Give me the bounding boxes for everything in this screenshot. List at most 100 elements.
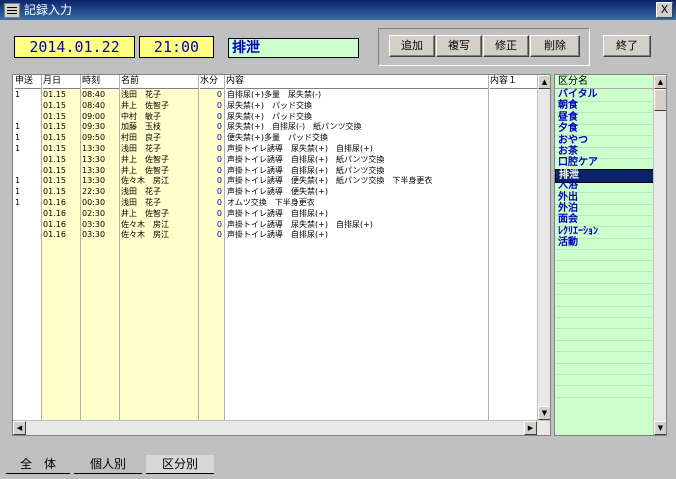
table-row[interactable]: 01.16 03:30 佐々木 房江 0 声掛トイレ誘導 自排尿(+) (13, 230, 538, 240)
cell-flag[interactable]: 1 (15, 144, 39, 154)
cell-flag[interactable]: 1 (15, 187, 39, 197)
cell-content[interactable]: オムツ交換 下半身更衣 (227, 198, 487, 208)
tab-all[interactable]: 全 体 (6, 455, 70, 474)
cell-content[interactable]: 声掛トイレ誘導 便失禁(+) (227, 187, 487, 197)
cell-content[interactable]: 尿失禁(+) パッド交換 (227, 112, 487, 122)
table-row[interactable]: 01.15 13:30 井上 佐智子 0 声掛トイレ誘導 自排尿(+) 紙パンツ交換 (13, 166, 538, 176)
cell-name[interactable]: 浅田 花子 (121, 90, 197, 100)
cell-date[interactable]: 01.15 (43, 176, 79, 186)
cell-time[interactable]: 03:30 (82, 220, 118, 230)
cell-water[interactable]: 0 (200, 144, 222, 154)
table-row[interactable]: 1 01.15 09:30 加藤 玉枝 0 尿失禁(+) 自排尿(-) 紙パンツ交換 (13, 122, 538, 132)
cell-flag[interactable] (15, 166, 39, 176)
cell-name[interactable]: 佐々木 房江 (121, 230, 197, 240)
cell-content[interactable]: 自排尿(+)多量 尿失禁(-) (227, 90, 487, 100)
cell-water[interactable]: 0 (200, 155, 222, 165)
cell-content[interactable]: 尿失禁(+) 自排尿(-) 紙パンツ交換 (227, 122, 487, 132)
close-button[interactable]: X (656, 2, 673, 18)
time-field[interactable]: 21:00 (139, 36, 214, 58)
grid-horizontal-scrollbar[interactable]: ◀ ▶ (13, 420, 550, 435)
cell-date[interactable]: 01.16 (43, 209, 79, 219)
table-row[interactable]: 1 01.15 09:50 村田 良子 0 便失禁(+)多量 パッド交換 (13, 133, 538, 143)
date-field[interactable]: 2014.01.22 (14, 36, 135, 58)
col-header-name[interactable]: 名前 (121, 75, 198, 89)
category-field[interactable]: 排泄 (228, 38, 359, 58)
cell-name[interactable]: 井上 佐智子 (121, 166, 197, 176)
cell-flag[interactable]: 1 (15, 122, 39, 132)
category-list[interactable]: 区分名 バイタル 朝食 昼食 夕食 おやつ お茶 口腔ケア 排泄 入浴 外出 外泊 面会 ﾚｸﾘｴｰｼｮ… (554, 74, 667, 436)
cell-time[interactable]: 00:30 (82, 198, 118, 208)
cell-time[interactable]: 03:30 (82, 230, 118, 240)
cell-time[interactable]: 08:40 (82, 101, 118, 111)
edit-button[interactable]: 修正 (483, 35, 529, 57)
cell-date[interactable]: 01.15 (43, 166, 79, 176)
grid-vertical-scrollbar[interactable]: ▲ ▼ (537, 75, 550, 420)
cell-date[interactable]: 01.16 (43, 198, 79, 208)
cell-content[interactable]: 声掛トイレ誘導 自排尿(+) 紙パンツ交換 (227, 166, 487, 176)
cell-name[interactable]: 浅田 花子 (121, 198, 197, 208)
table-row[interactable]: 1 01.15 08:40 浅田 花子 0 自排尿(+)多量 尿失禁(-) (13, 90, 538, 100)
scroll-up-icon[interactable]: ▲ (538, 75, 550, 89)
table-row[interactable]: 1 01.15 13:30 佐々木 房江 0 声掛トイレ誘導 便失禁(+) 紙パンツ交換 … (13, 176, 538, 186)
cell-flag[interactable] (15, 155, 39, 165)
cell-date[interactable]: 01.15 (43, 187, 79, 197)
cell-water[interactable]: 0 (200, 112, 222, 122)
add-button[interactable]: 追加 (389, 35, 435, 57)
cell-time[interactable]: 22:30 (82, 187, 118, 197)
cell-content[interactable]: 声掛トイレ誘導 自排尿(+) (227, 230, 487, 240)
copy-button[interactable]: 複写 (436, 35, 482, 57)
scroll-down-icon[interactable]: ▼ (538, 406, 550, 420)
cell-time[interactable]: 13:30 (82, 166, 118, 176)
cell-flag[interactable] (15, 101, 39, 111)
cell-content[interactable]: 声掛トイレ誘導 自排尿(+) 紙パンツ交換 (227, 155, 487, 165)
cell-date[interactable]: 01.15 (43, 133, 79, 143)
cell-flag[interactable]: 1 (15, 198, 39, 208)
cell-flag[interactable]: 1 (15, 90, 39, 100)
cell-name[interactable]: 加藤 玉枝 (121, 122, 197, 132)
col-header-flag[interactable]: 申送 (15, 75, 41, 89)
cell-content[interactable]: 声掛トイレ誘導 尿失禁(+) 自排尿(+) (227, 144, 487, 154)
cell-water[interactable]: 0 (200, 122, 222, 132)
cell-name[interactable]: 村田 良子 (121, 133, 197, 143)
table-row[interactable]: 01.15 09:00 中村 敏子 0 尿失禁(+) パッド交換 (13, 112, 538, 122)
cell-time[interactable]: 09:30 (82, 122, 118, 132)
cell-date[interactable]: 01.16 (43, 230, 79, 240)
cell-name[interactable]: 浅田 花子 (121, 144, 197, 154)
cell-name[interactable]: 中村 敏子 (121, 112, 197, 122)
col-header-content[interactable]: 内容 (226, 75, 488, 89)
cell-content[interactable]: 声掛トイレ誘導 尿失禁(+) 自排尿(+) (227, 220, 487, 230)
table-row[interactable]: 01.16 03:30 佐々木 房江 0 声掛トイレ誘導 尿失禁(+) 自排尿(+) (13, 220, 538, 230)
scroll-left-icon[interactable]: ◀ (13, 421, 26, 435)
cell-time[interactable]: 09:50 (82, 133, 118, 143)
cell-water[interactable]: 0 (200, 176, 222, 186)
delete-button[interactable]: 削除 (530, 35, 580, 57)
col-header-date[interactable]: 月日 (43, 75, 80, 89)
cell-date[interactable]: 01.15 (43, 112, 79, 122)
cell-date[interactable]: 01.15 (43, 155, 79, 165)
cell-flag[interactable] (15, 220, 39, 230)
scroll-right-icon[interactable]: ▶ (524, 421, 537, 435)
col-header-content1[interactable]: 内容１ (490, 75, 538, 89)
cell-content[interactable]: 声掛トイレ誘導 自排尿(+) (227, 209, 487, 219)
cell-water[interactable]: 0 (200, 220, 222, 230)
cell-name[interactable]: 佐々木 房江 (121, 176, 197, 186)
cell-water[interactable]: 0 (200, 101, 222, 111)
cell-water[interactable]: 0 (200, 133, 222, 143)
scroll-up-icon[interactable]: ▲ (654, 75, 666, 89)
cell-time[interactable]: 13:30 (82, 144, 118, 154)
window-icon[interactable] (4, 3, 20, 18)
cell-date[interactable]: 01.15 (43, 144, 79, 154)
cell-water[interactable]: 0 (200, 90, 222, 100)
cell-water[interactable]: 0 (200, 187, 222, 197)
cell-water[interactable]: 0 (200, 230, 222, 240)
cell-flag[interactable] (15, 209, 39, 219)
scroll-thumb[interactable] (654, 89, 666, 111)
cell-content[interactable]: 便失禁(+)多量 パッド交換 (227, 133, 487, 143)
exit-button[interactable]: 終了 (603, 35, 651, 57)
cell-time[interactable]: 13:30 (82, 176, 118, 186)
table-row[interactable]: 1 01.16 00:30 浅田 花子 0 オムツ交換 下半身更衣 (13, 198, 538, 208)
cell-date[interactable]: 01.15 (43, 122, 79, 132)
cell-water[interactable]: 0 (200, 209, 222, 219)
cell-water[interactable]: 0 (200, 166, 222, 176)
cell-date[interactable]: 01.15 (43, 90, 79, 100)
